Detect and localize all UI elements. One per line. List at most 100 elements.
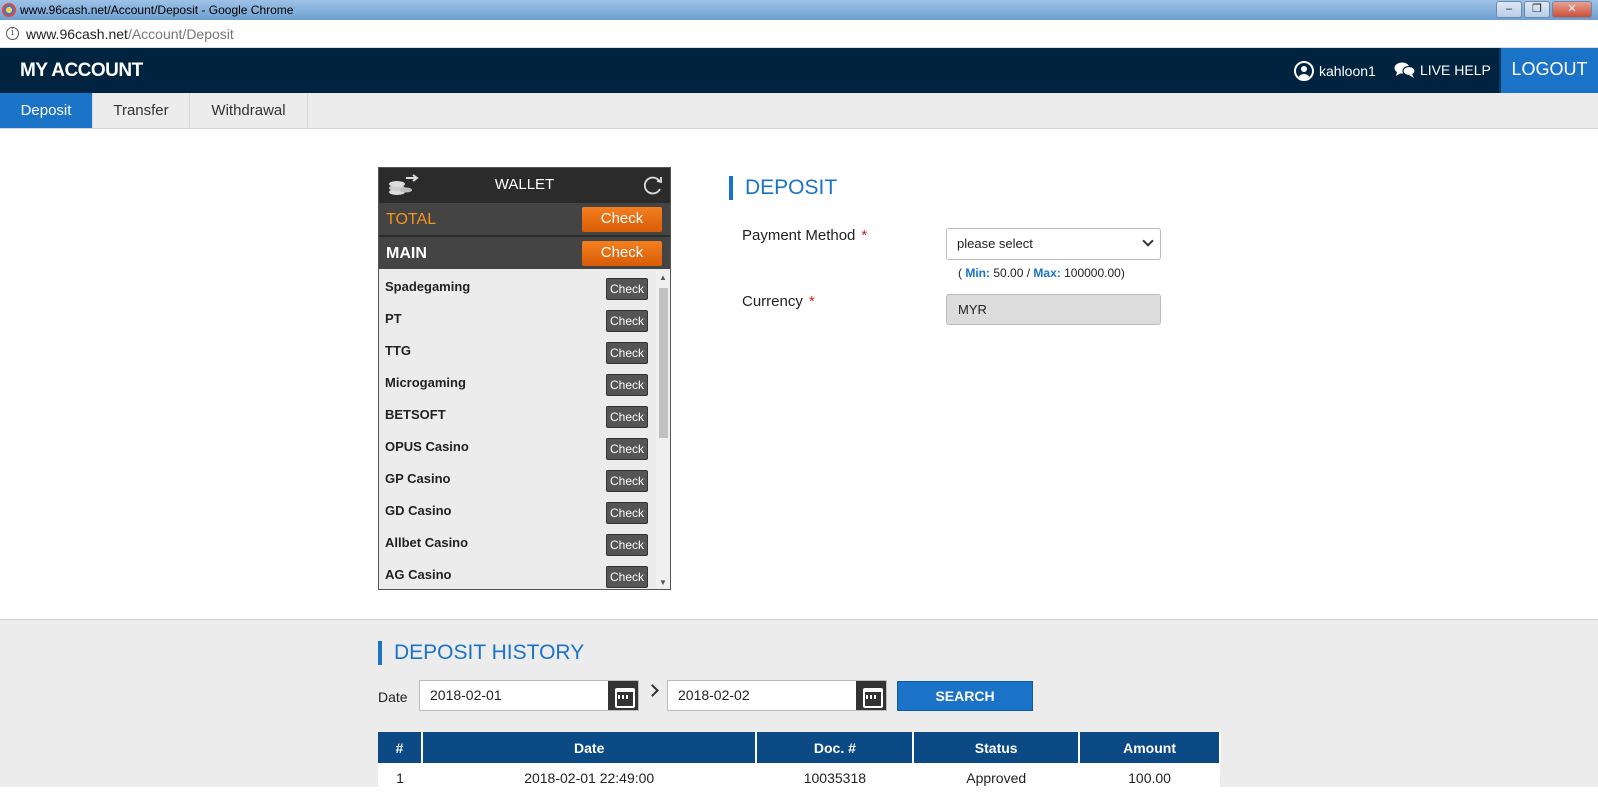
check-main-button[interactable]: Check bbox=[582, 241, 662, 266]
deposit-title: DEPOSIT bbox=[729, 176, 837, 200]
url-path: /Account/Deposit bbox=[127, 26, 234, 42]
chrome-icon bbox=[2, 3, 16, 17]
date-from-input[interactable]: 2018-02-01 bbox=[419, 680, 639, 711]
min-label: Min: bbox=[965, 266, 990, 280]
provider-check-button[interactable]: Check bbox=[606, 534, 648, 556]
minimize-button[interactable]: – bbox=[1496, 1, 1522, 18]
column-header: Status bbox=[913, 732, 1081, 763]
restore-button[interactable]: ❐ bbox=[1524, 1, 1550, 18]
url-host: www.96cash.net bbox=[26, 26, 128, 42]
provider-check-button[interactable]: Check bbox=[606, 310, 648, 332]
wallet-title: WALLET bbox=[494, 176, 555, 193]
wallet-header: WALLET bbox=[379, 168, 670, 201]
username: kahloon1 bbox=[1319, 63, 1376, 79]
top-navigation: MY ACCOUNT kahloon1 LIVE HELP LOGOUT bbox=[0, 48, 1598, 93]
calendar-icon[interactable] bbox=[608, 681, 638, 710]
table-row: 1 2018-02-01 22:49:00 10035318 Approved … bbox=[378, 763, 1220, 792]
wallet-main-row: MAIN Check bbox=[379, 235, 670, 269]
date-to-input[interactable]: 2018-02-02 bbox=[667, 680, 887, 711]
provider-name: OPUS Casino bbox=[385, 439, 469, 454]
provider-check-button[interactable]: Check bbox=[606, 470, 648, 492]
table-cell: 10035318 bbox=[756, 763, 914, 792]
table-header-row: # Date Doc. # Status Amount bbox=[378, 732, 1221, 763]
required-mark: * bbox=[861, 227, 868, 244]
provider-row: Microgaming Check bbox=[379, 367, 656, 399]
provider-name: Spadegaming bbox=[385, 279, 471, 294]
provider-row: AG Casino Check bbox=[379, 559, 656, 589]
history-table: # Date Doc. # Status Amount 1 2018-02-01… bbox=[378, 732, 1221, 792]
provider-name: Microgaming bbox=[385, 375, 466, 390]
currency-label: Currency * bbox=[742, 293, 815, 310]
chevron-down-icon bbox=[1142, 235, 1154, 247]
user-menu[interactable]: kahloon1 bbox=[1294, 61, 1376, 81]
provider-check-button[interactable]: Check bbox=[606, 566, 648, 588]
tab-transfer[interactable]: Transfer bbox=[93, 93, 190, 128]
provider-check-button[interactable]: Check bbox=[606, 406, 648, 428]
live-help-link[interactable]: LIVE HELP bbox=[1394, 61, 1491, 79]
provider-name: PT bbox=[385, 311, 402, 326]
provider-scrollbar[interactable]: ▲ ▼ bbox=[656, 271, 670, 589]
search-button[interactable]: SEARCH bbox=[897, 681, 1033, 711]
provider-name: AG Casino bbox=[385, 567, 452, 582]
provider-row: Allbet Casino Check bbox=[379, 527, 656, 559]
provider-row: GP Casino Check bbox=[379, 463, 656, 495]
account-tabs: Deposit Transfer Withdrawal bbox=[0, 93, 1598, 129]
info-icon[interactable]: i bbox=[6, 27, 19, 40]
provider-name: Allbet Casino bbox=[385, 535, 469, 550]
max-value: 100000.00) bbox=[1064, 266, 1125, 280]
tab-deposit[interactable]: Deposit bbox=[0, 93, 93, 128]
table-cell: 1 bbox=[378, 763, 422, 792]
provider-name: GD Casino bbox=[385, 503, 452, 518]
table-cell: 100.00 bbox=[1079, 763, 1220, 792]
column-header: # bbox=[378, 732, 423, 763]
provider-row: TTG Check bbox=[379, 335, 656, 367]
deposit-limits: ( Min: 50.00 / Max: 100000.00) bbox=[958, 266, 1125, 280]
max-label: Max: bbox=[1033, 266, 1061, 280]
calendar-icon[interactable] bbox=[856, 681, 886, 710]
wallet-total-label: TOTAL bbox=[386, 211, 437, 228]
payment-method-select[interactable]: please select bbox=[946, 228, 1161, 260]
wallet-total-row: TOTAL Check bbox=[379, 201, 670, 235]
column-header: Amount bbox=[1079, 732, 1221, 763]
tab-withdrawal[interactable]: Withdrawal bbox=[190, 93, 308, 128]
check-total-button[interactable]: Check bbox=[582, 207, 662, 232]
provider-check-button[interactable]: Check bbox=[606, 278, 648, 300]
history-title: DEPOSIT HISTORY bbox=[378, 641, 584, 665]
column-header: Date bbox=[421, 732, 758, 763]
provider-name: TTG bbox=[385, 343, 411, 358]
limits-separator: / bbox=[1026, 266, 1031, 280]
scroll-up-icon[interactable]: ▲ bbox=[659, 273, 667, 282]
payment-method-label: Payment Method * bbox=[742, 227, 867, 244]
window-controls: – ❐ ✕ bbox=[1496, 1, 1592, 18]
payment-method-text: Payment Method bbox=[742, 227, 856, 244]
column-header: Doc. # bbox=[756, 732, 915, 763]
payment-method-value: please select bbox=[957, 236, 1033, 251]
browser-titlebar: www.96cash.net/Account/Deposit - Google … bbox=[0, 0, 1598, 20]
window-title: www.96cash.net/Account/Deposit - Google … bbox=[20, 3, 294, 17]
provider-name: GP Casino bbox=[385, 471, 451, 486]
scroll-thumb[interactable] bbox=[659, 288, 668, 438]
table-cell: 2018-02-01 22:49:00 bbox=[421, 763, 757, 792]
close-window-button[interactable]: ✕ bbox=[1552, 1, 1592, 18]
provider-check-button[interactable]: Check bbox=[606, 342, 648, 364]
logout-button[interactable]: LOGOUT bbox=[1499, 48, 1598, 93]
provider-check-button[interactable]: Check bbox=[606, 438, 648, 460]
provider-row: Spadegaming Check bbox=[379, 271, 656, 303]
address-bar[interactable]: i www.96cash.net/Account/Deposit bbox=[0, 20, 1598, 48]
refresh-icon[interactable] bbox=[642, 174, 664, 196]
provider-check-button[interactable]: Check bbox=[606, 374, 648, 396]
provider-row: BETSOFT Check bbox=[379, 399, 656, 431]
live-help-label: LIVE HELP bbox=[1420, 62, 1491, 78]
date-to-value: 2018-02-02 bbox=[678, 687, 750, 703]
provider-row: GD Casino Check bbox=[379, 495, 656, 527]
min-value: 50.00 bbox=[993, 266, 1024, 280]
page-brand: MY ACCOUNT bbox=[20, 60, 143, 81]
wallet-panel: WALLET TOTAL Check MAIN Check Spadegamin… bbox=[378, 167, 671, 590]
provider-check-button[interactable]: Check bbox=[606, 502, 648, 524]
scroll-down-icon[interactable]: ▼ bbox=[659, 578, 667, 587]
limits-open: ( bbox=[958, 266, 962, 280]
url-text[interactable]: www.96cash.net/Account/Deposit bbox=[26, 26, 234, 42]
chat-icon bbox=[1394, 61, 1416, 79]
provider-list: Spadegaming Check PT Check TTG Check Microg… bbox=[379, 271, 656, 589]
table-cell: Approved bbox=[913, 763, 1080, 792]
